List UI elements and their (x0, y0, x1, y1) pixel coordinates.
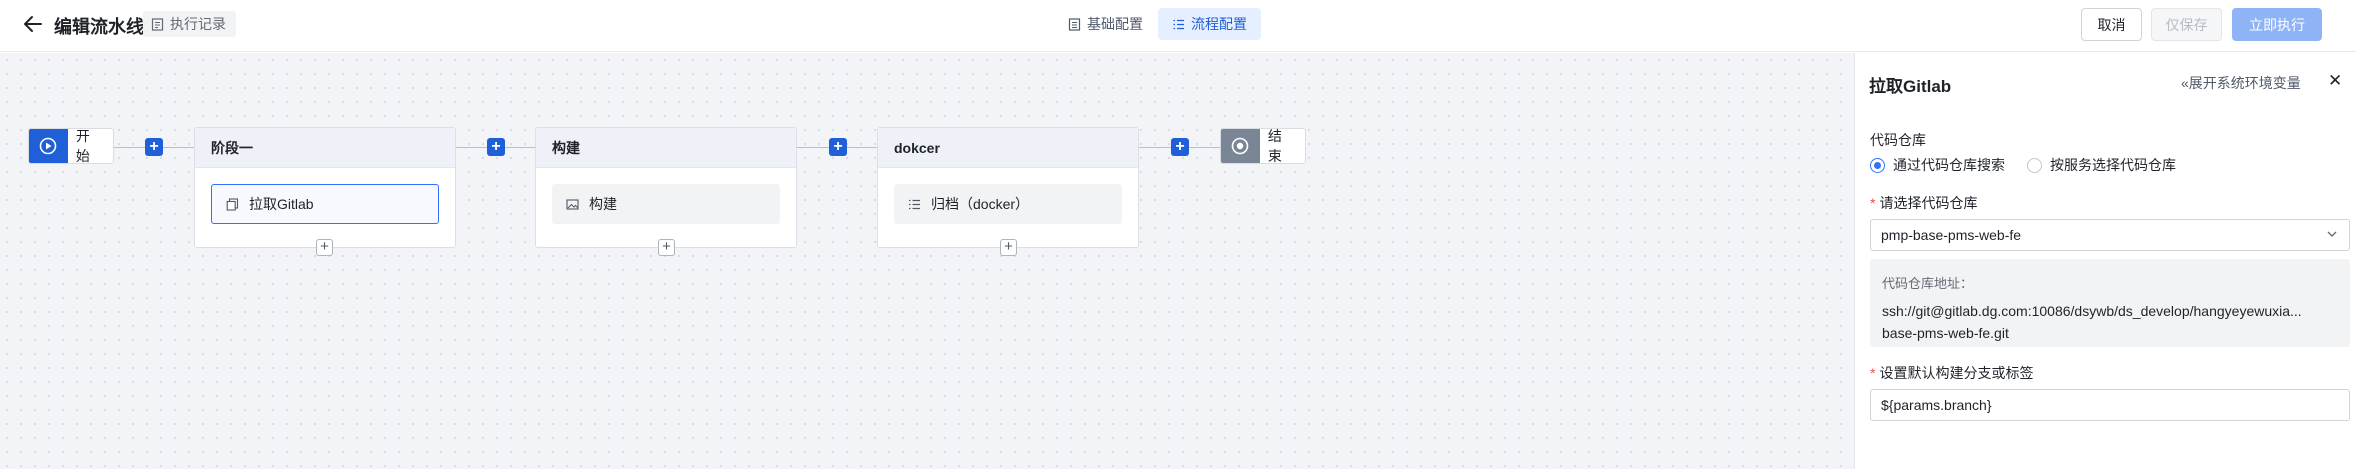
job-label: 拉取Gitlab (249, 196, 314, 212)
branch-label: * 设置默认构建分支或标签 (1870, 363, 2033, 383)
required-mark: * (1870, 365, 1876, 381)
image-icon (566, 198, 579, 210)
exec-log-button[interactable]: 执行记录 (143, 11, 236, 37)
list-icon (909, 199, 920, 209)
copy-icon (226, 197, 239, 211)
pipeline-canvas[interactable] (0, 53, 1854, 469)
add-job-button[interactable]: + (1000, 239, 1017, 256)
stage-card[interactable]: dokcer 归档（docker） (877, 127, 1139, 248)
top-bar: 编辑流水线 执行记录 基础配置 流程配置 取消 仅保存 立即执行 (0, 0, 2356, 52)
job-item[interactable]: 归档（docker） (894, 184, 1122, 224)
branch-label-text: 设置默认构建分支或标签 (1879, 365, 2034, 381)
pipeline-editor: 编辑流水线 执行记录 基础配置 流程配置 取消 仅保存 立即执行 开始 + + … (0, 0, 2356, 469)
job-item[interactable]: 构建 (552, 184, 780, 224)
select-repo-label: * 请选择代码仓库 (1870, 193, 1977, 213)
expand-env-label: 展开系统环境变量 (2188, 75, 2301, 91)
repo-section-label: 代码仓库 (1870, 132, 1926, 148)
page-title: 编辑流水线 (54, 17, 144, 37)
add-stage-button[interactable]: + (829, 138, 847, 156)
repo-url-label: 代码仓库地址： (1882, 276, 1974, 291)
tab-basic-config[interactable]: 基础配置 (1054, 8, 1157, 40)
end-label: 结束 (1267, 128, 1282, 164)
cancel-button[interactable]: 取消 (2081, 8, 2142, 41)
chevron-down-icon (2327, 231, 2337, 237)
repo-select[interactable]: pmp-base-pms-web-fe (1870, 219, 2350, 251)
tab-basic-config-label: 基础配置 (1087, 16, 1143, 32)
stop-circle-icon (1232, 137, 1249, 155)
add-job-button[interactable]: + (316, 239, 333, 256)
radio-option-service[interactable]: 按服务选择代码仓库 (2027, 155, 2176, 175)
add-stage-button[interactable]: + (1171, 138, 1189, 156)
document-icon (151, 17, 164, 31)
radio-option-search[interactable]: 通过代码仓库搜索 (1870, 155, 2005, 175)
stage-card[interactable]: 阶段一 拉取Gitlab (194, 127, 456, 248)
tab-flow-config-label: 流程配置 (1191, 16, 1247, 32)
stage-title: 构建 (536, 128, 796, 168)
document-list-icon (1068, 17, 1081, 31)
repo-url-line2: base-pms-web-fe.git (1882, 325, 2009, 341)
branch-input-value: ${params.branch} (1881, 397, 1992, 413)
branch-input[interactable]: ${params.branch} (1870, 389, 2350, 421)
radio-label: 通过代码仓库搜索 (1893, 157, 2005, 173)
flow-list-icon (1173, 19, 1184, 29)
repo-select-value: pmp-base-pms-web-fe (1881, 227, 2022, 243)
repo-url-box: 代码仓库地址： ssh://git@gitlab.dg.com:10086/ds… (1870, 259, 2350, 347)
add-job-button[interactable]: + (658, 239, 675, 256)
close-icon[interactable]: ✕ (2328, 71, 2342, 91)
run-now-button[interactable]: 立即执行 (2232, 8, 2322, 41)
start-label: 开始 (75, 128, 90, 164)
required-mark: * (1870, 195, 1876, 211)
add-stage-button[interactable]: + (487, 138, 505, 156)
exec-log-label: 执行记录 (170, 16, 226, 32)
repo-url-line1: ssh://git@gitlab.dg.com:10086/dsywb/ds_d… (1882, 303, 2302, 319)
stage-title: dokcer (878, 128, 1138, 168)
stage-card[interactable]: 构建 构建 (535, 127, 797, 248)
start-icon-box (29, 129, 68, 163)
back-arrow-icon[interactable] (22, 13, 44, 35)
panel-title: 拉取Gitlab (1869, 77, 1952, 96)
repo-url-value: ssh://git@gitlab.dg.com:10086/dsywb/ds_d… (1882, 300, 2342, 344)
job-item[interactable]: 拉取Gitlab (211, 184, 439, 224)
select-repo-label-text: 请选择代码仓库 (1879, 195, 1978, 211)
tab-flow-config[interactable]: 流程配置 (1158, 8, 1261, 40)
radio-unchecked[interactable] (2027, 157, 2042, 173)
radio-checked[interactable] (1870, 157, 1885, 173)
add-stage-button[interactable]: + (145, 138, 163, 156)
stage-title: 阶段一 (195, 128, 455, 168)
end-icon-box (1221, 129, 1260, 163)
job-config-panel: 拉取Gitlab «展开系统环境变量 ✕ 代码仓库 通过代码仓库搜索 按服务选择… (1854, 53, 2356, 469)
play-circle-icon (40, 137, 57, 155)
repo-source-radio-group: 通过代码仓库搜索 按服务选择代码仓库 (1870, 155, 2198, 175)
job-label: 构建 (589, 196, 617, 212)
save-only-button[interactable]: 仅保存 (2151, 8, 2222, 41)
start-node[interactable]: 开始 (28, 128, 114, 164)
radio-label: 按服务选择代码仓库 (2050, 157, 2176, 173)
double-chevron-left-icon: « (2181, 75, 2189, 91)
expand-env-link[interactable]: «展开系统环境变量 (2181, 73, 2301, 93)
end-node[interactable]: 结束 (1220, 128, 1306, 164)
job-label: 归档（docker） (931, 196, 1030, 212)
